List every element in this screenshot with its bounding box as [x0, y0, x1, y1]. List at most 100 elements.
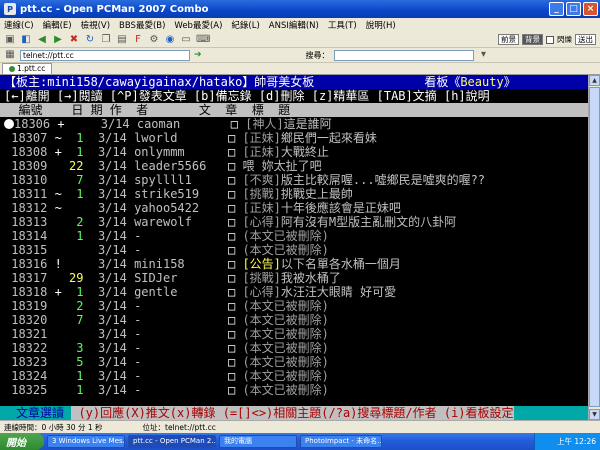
- task-pcman[interactable]: ptt.cc - Open PCMan 2...: [128, 435, 216, 448]
- article-author: -: [134, 327, 228, 341]
- connected-icon: [9, 66, 15, 72]
- article-row[interactable]: 18310 7 3/14 spyllll1 □ [不爽]版主比較屌喔...噓鄉民…: [0, 173, 588, 187]
- article-list: 18306 + 3/14 caoman □ [神人]這是誰阿 18307 ~ 1…: [0, 117, 588, 397]
- article-row[interactable]: 18307 ~ 1 3/14 lworld □ [正妹]鄉民們一起來看妹: [0, 131, 588, 145]
- menu-view[interactable]: 檢視(V): [81, 19, 110, 31]
- forward-icon[interactable]: ▶: [52, 34, 64, 46]
- article-number: 18325: [11, 383, 48, 397]
- article-date: 3/14: [83, 313, 135, 327]
- task-photoimpact[interactable]: PhotoImpact - 未命名...: [300, 435, 382, 448]
- paste-icon[interactable]: ▤: [116, 34, 128, 46]
- globe-icon[interactable]: ◉: [164, 34, 176, 46]
- app-icon: P: [4, 3, 16, 15]
- open-icon[interactable]: ◧: [20, 34, 32, 46]
- address-input[interactable]: telnet://ptt.cc: [20, 49, 190, 61]
- article-row[interactable]: 18306 + 3/14 caoman □ [神人]這是誰阿: [0, 117, 588, 131]
- minimize-button[interactable]: _: [549, 2, 564, 16]
- color-controls: 前景 背景 閃爍 送出: [498, 34, 596, 45]
- article-row[interactable]: 18313 2 3/14 warewolf □ [心得]阿有沒有M型版主亂刪文的…: [0, 215, 588, 229]
- command-footer: 文章選讀 (y)回應(X)推文(x)轉錄 (=[]<>)相關主題(/?a)搜尋標…: [0, 406, 588, 420]
- article-row[interactable]: 18325 1 3/14 - □ (本文已被刪除): [0, 383, 588, 397]
- article-row[interactable]: 18314 1 3/14 - □ (本文已被刪除): [0, 229, 588, 243]
- push-count: 1: [61, 187, 84, 201]
- article-row[interactable]: 18322 3 3/14 - □ (本文已被刪除): [0, 341, 588, 355]
- article-row[interactable]: 18308 + 1 3/14 onlymmm □ [正妹]大戰終止: [0, 145, 588, 159]
- article-row[interactable]: 18323 5 3/14 - □ (本文已被刪除): [0, 355, 588, 369]
- copy-icon[interactable]: ❐: [100, 34, 112, 46]
- stop-icon[interactable]: ✖: [68, 34, 80, 46]
- font-icon[interactable]: F: [132, 34, 144, 46]
- send-select[interactable]: 送出: [575, 34, 596, 45]
- push-count: 1: [61, 285, 84, 299]
- article-row[interactable]: 18324 1 3/14 - □ (本文已被刪除): [0, 369, 588, 383]
- menu-web-favorites[interactable]: Web最愛(A): [174, 19, 222, 31]
- article-row[interactable]: 18312 ~ 3/14 yahoo5422 □ [正妹]十年後應該會是正妹吧: [0, 201, 588, 215]
- search-go-icon[interactable]: ▾: [478, 49, 490, 61]
- board-label-suffix: 》: [503, 75, 516, 89]
- go-icon[interactable]: ➔: [194, 50, 202, 60]
- article-author: -: [134, 355, 228, 369]
- article-date: 3/14: [83, 243, 135, 257]
- tab-ptt[interactable]: 1.ptt.cc: [2, 63, 53, 74]
- article-row[interactable]: 18309 22 3/14 leader5566 □ 喂 妳太扯了吧: [0, 159, 588, 173]
- article-row[interactable]: 18315 3/14 - □ (本文已被刪除): [0, 243, 588, 257]
- article-title: 十年後應該會是正妹吧: [280, 201, 401, 215]
- menu-bar: 連線(C) 編輯(E) 檢視(V) BBS最愛(B) Web最愛(A) 紀錄(L…: [0, 18, 600, 32]
- board-title: 帥哥美女板: [254, 75, 315, 89]
- read-status-icon: □: [228, 229, 243, 243]
- maximize-button[interactable]: □: [566, 2, 581, 16]
- article-category: [正妹]: [242, 201, 281, 215]
- start-button[interactable]: 開始: [0, 433, 44, 450]
- menu-ansi-edit[interactable]: ANSI編輯(N): [269, 19, 319, 31]
- article-row[interactable]: 18319 2 3/14 - □ (本文已被刪除): [0, 299, 588, 313]
- screen-icon[interactable]: ▭: [180, 34, 192, 46]
- foreground-button[interactable]: 前景: [498, 34, 519, 45]
- terminal-scrollbar[interactable]: ▲ ▼: [588, 75, 600, 420]
- article-row[interactable]: 18318 + 1 3/14 gentle □ [心得]水汪汪大眼睛 好可愛: [0, 285, 588, 299]
- article-date: 3/14: [83, 257, 135, 271]
- search-input[interactable]: [333, 49, 474, 61]
- scroll-down-icon[interactable]: ▼: [589, 409, 600, 420]
- menu-edit[interactable]: 編輯(E): [43, 19, 72, 31]
- menu-help[interactable]: 說明(H): [366, 19, 396, 31]
- read-status-icon: □: [228, 201, 243, 215]
- article-author: spyllll1: [134, 173, 228, 187]
- settings-icon[interactable]: ⚙: [148, 34, 160, 46]
- article-row[interactable]: 18317 29 3/14 SIDJer □ [挑戰]我被水桶了: [0, 271, 588, 285]
- refresh-icon[interactable]: ↻: [84, 34, 96, 46]
- close-button[interactable]: ×: [583, 2, 598, 16]
- article-date: 3/14: [83, 327, 135, 341]
- blink-checkbox[interactable]: [546, 35, 554, 44]
- article-row[interactable]: 18320 7 3/14 - □ (本文已被刪除): [0, 313, 588, 327]
- scroll-thumb[interactable]: [589, 87, 600, 407]
- moderator-info: 【板主:mini158/cawayigainax/hatako】: [4, 75, 255, 89]
- read-status-icon: □: [228, 145, 243, 159]
- article-row[interactable]: 18321 3/14 - □ (本文已被刪除): [0, 327, 588, 341]
- article-title: 挑戰史上最帥: [280, 187, 353, 201]
- push-count: 22: [61, 159, 84, 173]
- article-category: [心得]: [242, 215, 281, 229]
- status-address: 位址：telnet://ptt.cc: [142, 422, 216, 432]
- push-count: 5: [61, 355, 84, 369]
- menu-connect[interactable]: 連線(C): [4, 19, 34, 31]
- scroll-up-icon[interactable]: ▲: [589, 75, 600, 86]
- article-date: 3/14: [83, 271, 135, 285]
- article-row[interactable]: 18316 ! 3/14 mini158 □ [公告]以下名單各水桶一個月: [0, 257, 588, 271]
- push-count: 3: [61, 341, 84, 355]
- back-icon[interactable]: ◀: [36, 34, 48, 46]
- article-number: 18308: [11, 145, 48, 159]
- background-button[interactable]: 背景: [522, 34, 543, 45]
- new-connection-icon[interactable]: ▣: [4, 34, 16, 46]
- menu-bbs-favorites[interactable]: BBS最愛(B): [119, 19, 165, 31]
- article-number: 18315: [11, 243, 48, 257]
- article-row[interactable]: 18311 ~ 1 3/14 strike519 □ [挑戰]挑戰史上最帥: [0, 187, 588, 201]
- menu-tools[interactable]: 工具(T): [328, 19, 357, 31]
- terminal-screen[interactable]: 【板主:mini158/cawayigainax/hatako】帥哥美女板 看板《…: [0, 75, 588, 420]
- menu-log[interactable]: 紀錄(L): [231, 19, 259, 31]
- board-name: Beauty: [460, 75, 504, 89]
- task-my-computer[interactable]: 我的電腦: [219, 435, 297, 448]
- system-tray: 上午 12:26: [534, 433, 600, 450]
- task-live-messenger[interactable]: 3 Windows Live Mes...: [47, 435, 125, 448]
- keyboard-icon[interactable]: ⌨: [196, 34, 210, 46]
- article-category: [挑戰]: [242, 187, 281, 201]
